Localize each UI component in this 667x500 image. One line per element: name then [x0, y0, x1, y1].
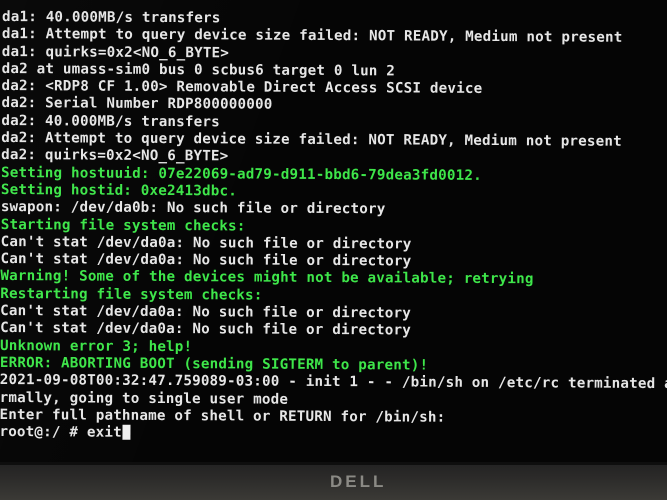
shell-prompt-line[interactable]: root@:/ # exit: [0, 424, 665, 445]
monitor-screen: da1: 40.000MB/s transfers da1: Attempt t…: [0, 0, 667, 466]
shell-prompt-input[interactable]: root@:/ # exit: [0, 424, 122, 441]
text-cursor: [122, 424, 131, 440]
terminal-console[interactable]: da1: 40.000MB/s transfers da1: Attempt t…: [0, 9, 667, 445]
dell-logo: DELL: [330, 472, 387, 491]
bezel-edge: [0, 462, 667, 465]
monitor-photo: da1: 40.000MB/s transfers da1: Attempt t…: [0, 0, 667, 500]
